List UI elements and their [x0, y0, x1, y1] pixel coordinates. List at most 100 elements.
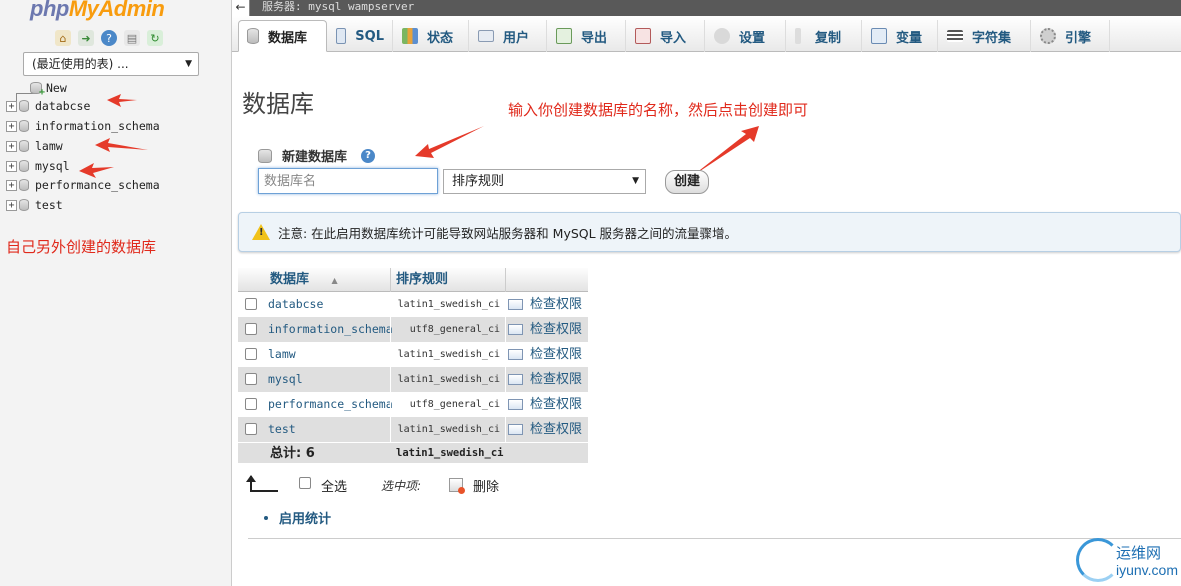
row-checkbox[interactable] — [245, 423, 257, 435]
tree-item-label[interactable]: performance_schema — [35, 178, 160, 192]
tree-item-label[interactable]: databcse — [35, 99, 90, 113]
tab-label: 用户 — [503, 30, 530, 46]
drop-database-icon[interactable] — [449, 478, 465, 494]
wrench-icon — [714, 28, 730, 44]
phpmyadmin-logo[interactable]: phpMyAdmin — [30, 0, 165, 22]
tab-label: 复制 — [815, 30, 842, 46]
row-checkbox[interactable] — [245, 348, 257, 360]
top-bar: ← 服务器: mysql wampserver — [232, 0, 1181, 16]
tab-status[interactable]: 状态 — [394, 20, 469, 52]
expand-icon[interactable]: + — [6, 120, 17, 132]
watermark-en: iyunv.com — [1116, 562, 1178, 578]
tree-item-label[interactable]: information_schema — [35, 119, 160, 133]
check-privileges-link[interactable]: 检查权限 — [508, 417, 582, 442]
select-all-label[interactable]: 全选 — [321, 476, 347, 495]
logo-myadmin: MyAdmin — [68, 0, 165, 21]
tab-variables[interactable]: 变量 — [863, 20, 938, 52]
database-name-input[interactable] — [258, 168, 438, 194]
enable-statistics-link[interactable]: 启用统计 — [264, 508, 331, 527]
tab-databases[interactable]: 数据库 — [238, 20, 327, 52]
arrow-create-label — [415, 126, 484, 158]
home-icon[interactable]: ⌂ — [55, 30, 71, 46]
main-tabs: 数据库 SQL 状态 用户 导出 导入 设置 复制 变量 字符集 引擎 — [232, 16, 1181, 52]
table-row: information_schema utf8_general_ci 检查权限 — [238, 317, 588, 342]
total-collation: latin1_swedish_ci — [396, 447, 504, 459]
table-row: lamw latin1_swedish_ci 检查权限 — [238, 342, 588, 367]
divider — [248, 538, 1181, 539]
tree-item-test[interactable]: + test — [6, 196, 63, 214]
help-icon[interactable]: ? — [101, 30, 117, 46]
tree-item-label[interactable]: test — [35, 198, 63, 212]
tab-sql[interactable]: SQL — [328, 20, 393, 52]
back-arrow-icon[interactable]: ← — [232, 0, 250, 16]
reload-icon[interactable]: ↻ — [147, 30, 163, 46]
check-privileges-label: 检查权限 — [530, 322, 583, 337]
privileges-icon — [508, 399, 523, 410]
notice-text: 注意: 在此启用数据库统计可能导致网站服务器和 MySQL 服务器之间的流量骤增… — [278, 225, 738, 241]
row-checkbox[interactable] — [245, 298, 257, 310]
expand-icon[interactable]: + — [6, 179, 17, 191]
header-database-label: 数据库 — [270, 272, 310, 287]
database-link[interactable]: performance_schema — [268, 392, 393, 417]
tree-new-row[interactable]: New — [30, 79, 67, 98]
bulk-actions: 全选 选中项: 删除 — [246, 474, 550, 496]
expand-icon[interactable]: + — [6, 140, 17, 152]
help-icon[interactable]: ? — [361, 148, 376, 163]
check-privileges-link[interactable]: 检查权限 — [508, 342, 582, 367]
database-link[interactable]: databcse — [268, 292, 323, 317]
expand-icon[interactable]: + — [6, 199, 17, 211]
database-link[interactable]: test — [268, 417, 296, 442]
tree-item-label[interactable]: mysql — [35, 159, 70, 173]
with-selected-label: 选中项: — [381, 479, 422, 493]
tab-replication[interactable]: 复制 — [787, 20, 862, 52]
docs-icon[interactable]: ▤ — [124, 30, 140, 46]
tree-item-information-schema[interactable]: + information_schema — [6, 117, 160, 135]
delete-button[interactable]: 删除 — [473, 476, 499, 495]
check-privileges-link[interactable]: 检查权限 — [508, 317, 582, 342]
database-link[interactable]: mysql — [268, 367, 303, 392]
tab-label: SQL — [355, 28, 384, 44]
header-database[interactable]: 数据库 ▲ — [270, 268, 338, 292]
expand-icon[interactable]: + — [6, 160, 17, 172]
tab-export[interactable]: 导出 — [548, 20, 626, 52]
check-privileges-link[interactable]: 检查权限 — [508, 367, 582, 392]
cell-separator — [390, 317, 391, 342]
tree-item-databcse[interactable]: + databcse — [6, 97, 90, 115]
row-checkbox[interactable] — [245, 373, 257, 385]
collation-cell: latin1_swedish_ci — [397, 424, 500, 435]
privileges-icon — [508, 299, 523, 310]
database-link[interactable]: information_schema — [268, 317, 393, 342]
tab-import[interactable]: 导入 — [627, 20, 705, 52]
table-total-row: 总计: 6 latin1_swedish_ci — [238, 442, 588, 463]
tree-item-lamw[interactable]: + lamw — [6, 137, 63, 155]
cell-separator — [390, 392, 391, 417]
header-collation[interactable]: 排序规则 — [396, 268, 448, 292]
chevron-down-icon: ▼ — [185, 59, 192, 69]
tree-item-performance-schema[interactable]: + performance_schema — [6, 176, 160, 194]
check-privileges-link[interactable]: 检查权限 — [508, 292, 582, 317]
database-link[interactable]: lamw — [268, 342, 296, 367]
tab-label: 引擎 — [1065, 30, 1092, 46]
create-button[interactable]: 创建 — [665, 170, 709, 194]
tab-label: 设置 — [739, 30, 766, 46]
logout-icon[interactable]: ➜ — [78, 30, 94, 46]
server-breadcrumb[interactable]: 服务器: mysql wampserver — [262, 0, 414, 14]
tab-label: 字符集 — [972, 30, 1012, 46]
collation-select[interactable]: 排序规则 ▼ — [443, 169, 646, 194]
recent-tables-select[interactable]: (最近使用的表) ... ▼ — [23, 52, 199, 76]
expand-icon[interactable]: + — [6, 100, 17, 112]
database-icon — [19, 120, 29, 132]
database-icon — [19, 140, 29, 152]
tab-settings[interactable]: 设置 — [706, 20, 786, 52]
tab-charsets[interactable]: 字符集 — [939, 20, 1031, 52]
tab-users[interactable]: 用户 — [470, 20, 547, 52]
check-privileges-link[interactable]: 检查权限 — [508, 392, 582, 417]
tree-new-item[interactable]: New — [10, 79, 150, 103]
tree-item-mysql[interactable]: + mysql — [6, 157, 70, 175]
tree-item-label[interactable]: lamw — [35, 139, 63, 153]
row-checkbox[interactable] — [245, 398, 257, 410]
row-checkbox[interactable] — [245, 323, 257, 335]
select-all-checkbox[interactable] — [299, 477, 311, 489]
watermark-cn: 运维网 — [1116, 544, 1162, 562]
tab-engines[interactable]: 引擎 — [1032, 20, 1110, 52]
